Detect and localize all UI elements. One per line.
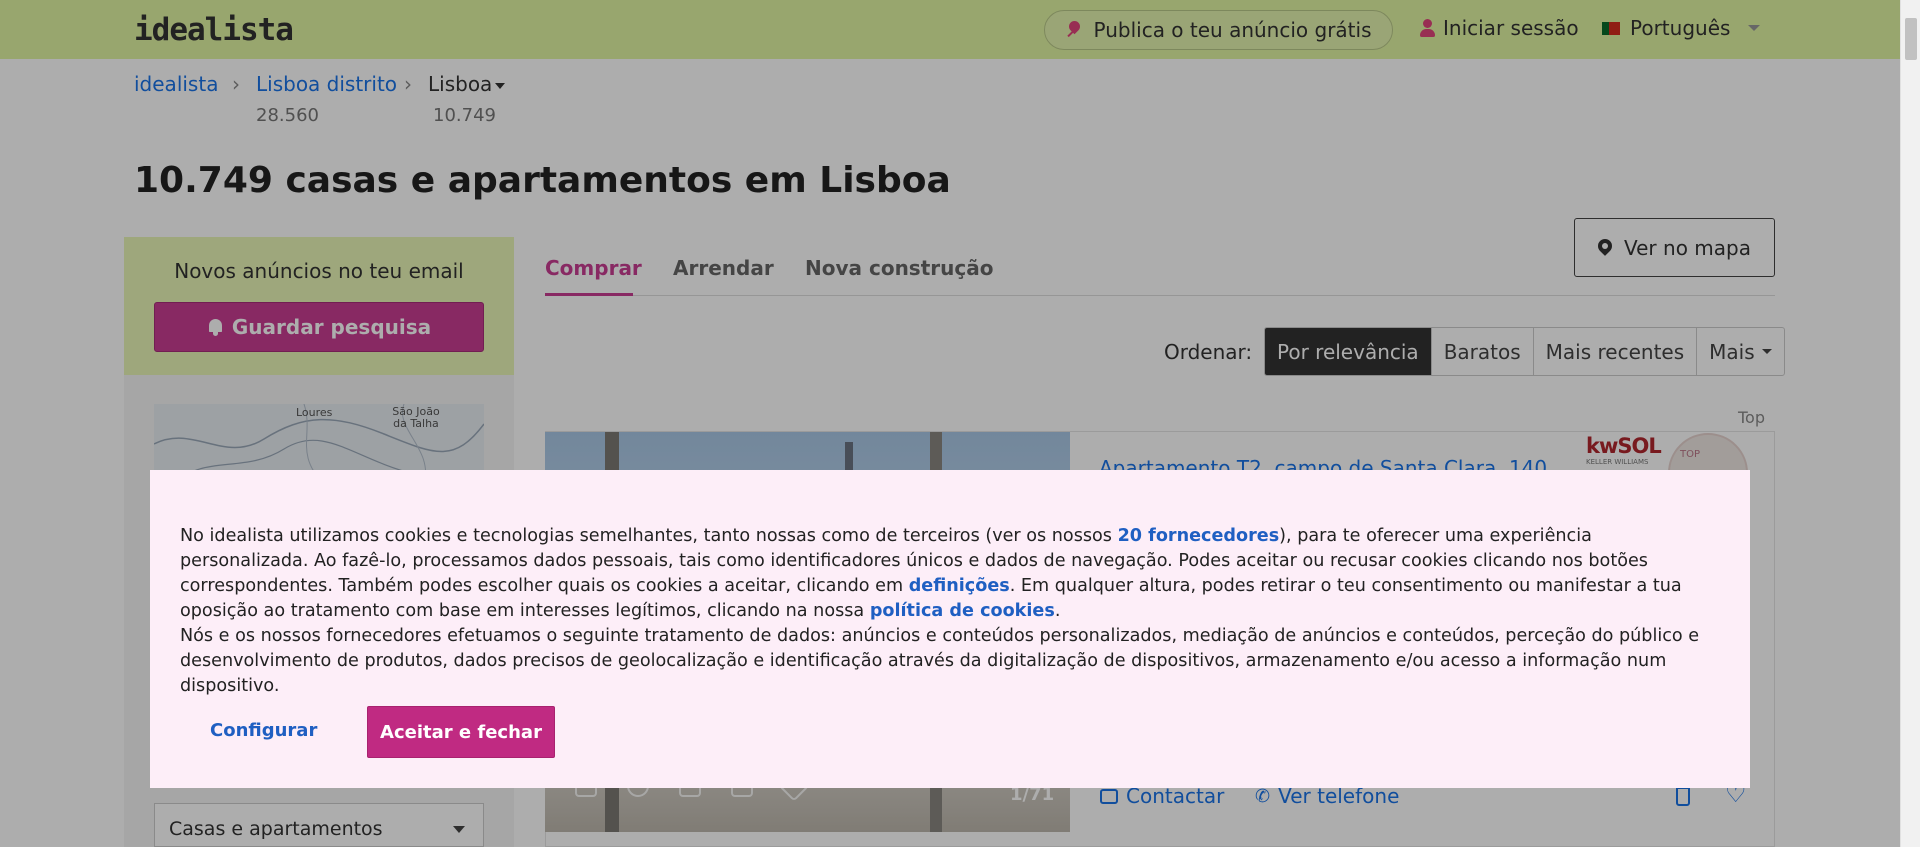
cookie-text-segment: . xyxy=(1054,601,1061,621)
cookie-consent-dialog: No idealista utilizamos cookies e tecnol… xyxy=(150,470,1750,788)
cookie-paragraph-1: No idealista utilizamos cookies e tecnol… xyxy=(180,524,1725,624)
configure-button[interactable]: Configurar xyxy=(210,720,317,741)
cookie-policy-link[interactable]: política de cookies xyxy=(870,601,1055,621)
accept-and-close-button[interactable]: Aceitar e fechar xyxy=(367,706,555,758)
scrollbar-thumb[interactable] xyxy=(1905,18,1917,60)
cookie-text-segment: No idealista utilizamos cookies e tecnol… xyxy=(180,526,1118,546)
settings-link[interactable]: definições xyxy=(909,576,1010,596)
cookie-paragraph-2: Nós e os nossos fornecedores efetuamos o… xyxy=(180,626,1700,696)
cookie-consent-text: No idealista utilizamos cookies e tecnol… xyxy=(180,524,1725,699)
suppliers-link[interactable]: 20 fornecedores xyxy=(1118,526,1280,546)
page-scrollbar[interactable] xyxy=(1900,0,1920,847)
